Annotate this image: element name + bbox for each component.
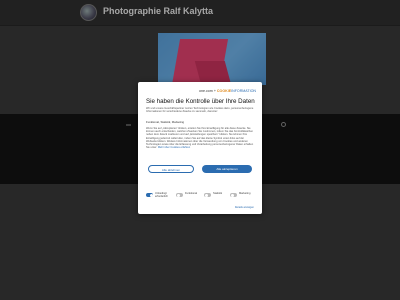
brand-plus: + — [213, 89, 216, 93]
consent-intro: Wir und unsere Geschäftspartner nutzen T… — [146, 107, 254, 114]
brand-information: INFORMATION — [231, 89, 256, 93]
toggle-switch-off[interactable] — [204, 193, 211, 197]
accept-all-button[interactable]: Alle akzeptieren — [202, 165, 252, 173]
consent-toggles: Unbedingt erforderlich Funktional Statis… — [146, 192, 258, 200]
cookie-consent-dialog: one.com + COOKIEINFORMATION Sie haben di… — [138, 82, 262, 214]
toggle-switch-on[interactable] — [146, 193, 153, 197]
toggle-functional-label: Funktional — [185, 192, 197, 195]
brand-one: one.com — [199, 89, 213, 93]
toggle-switch-off[interactable] — [176, 193, 183, 197]
toggle-necessary-label: Unbedingt erforderlich — [155, 192, 168, 198]
consent-purposes: Funktional, Statistik, Marketing — [146, 120, 185, 124]
consent-brand: one.com + COOKIEINFORMATION — [199, 89, 256, 93]
cookies-info-link[interactable]: Mehr über Cookies erfahren — [158, 146, 190, 149]
toggle-switch-off[interactable] — [230, 193, 237, 197]
consent-title: Sie haben die Kontrolle über Ihre Daten — [146, 98, 255, 105]
toggle-statistics-label: Statistik — [213, 192, 223, 195]
toggle-marketing-label: Marketing — [239, 192, 251, 195]
brand-cookie: COOKIE — [216, 89, 232, 93]
details-link[interactable]: Details anzeigen — [235, 206, 254, 209]
consent-body: Wenn Sie auf „Akzeptieren“ klicken, erte… — [146, 127, 254, 149]
reject-all-button[interactable]: Alle ablehnen — [148, 165, 194, 173]
